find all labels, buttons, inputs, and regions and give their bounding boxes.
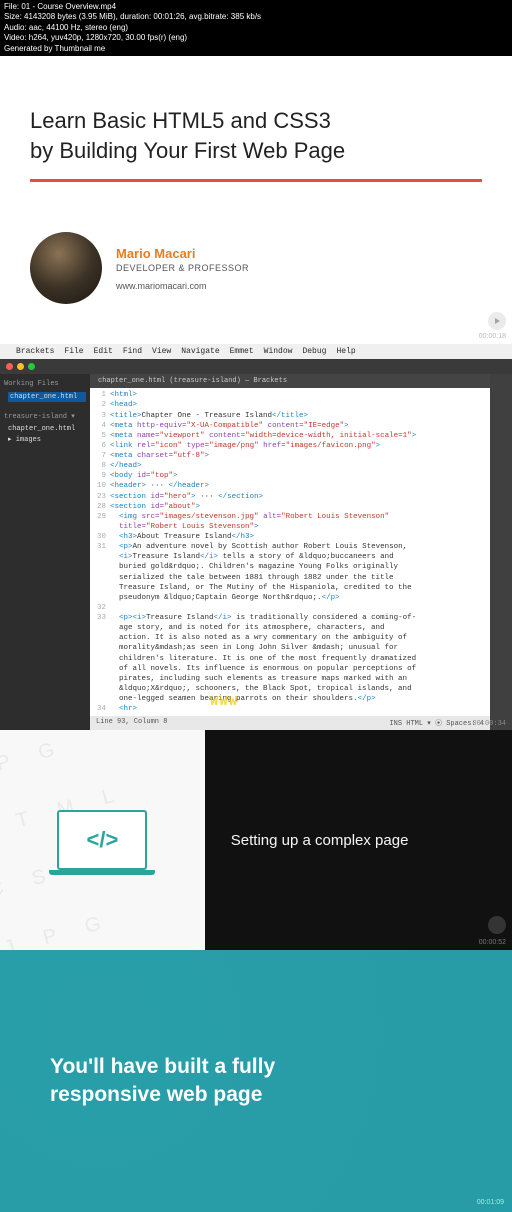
menu-help[interactable]: Help (336, 347, 355, 356)
timestamp: 00:00:18 (479, 333, 506, 340)
meta-video: Video: h264, yuv420p, 1280x720, 30.00 fp… (4, 33, 508, 43)
mac-menubar[interactable]: Brackets File Edit Find View Navigate Em… (0, 344, 512, 359)
code-line[interactable]: 31 <p>An adventure novel by Scottish aut… (94, 542, 486, 552)
menu-file[interactable]: File (64, 347, 83, 356)
title-slide: Learn Basic HTML5 and CSS3 by Building Y… (0, 56, 512, 212)
editor-tab[interactable]: chapter_one.html (treasure-island) — Bra… (90, 374, 490, 388)
minimize-button[interactable] (17, 363, 24, 370)
status-right[interactable]: INS HTML ▾ ⦿ Spaces: 4 (389, 718, 484, 728)
timestamp-4: 00:01:09 (477, 1199, 504, 1206)
right-toolbar[interactable] (490, 374, 512, 730)
file-chapter-one-1[interactable]: chapter_one.html (8, 392, 86, 402)
author-section: Mario Macari DEVELOPER & PROFESSOR www.m… (0, 212, 512, 344)
code-editor[interactable]: chapter_one.html (treasure-island) — Bra… (90, 374, 490, 730)
meta-audio: Audio: aac, 44100 Hz, stereo (eng) (4, 23, 508, 33)
code-line[interactable]: 4<meta http-equiv="X-UA-Compatible" cont… (94, 421, 486, 431)
timestamp-3: 00:00:52 (479, 939, 506, 946)
code-line[interactable]: one-legged seamen bearing parrots on the… (94, 694, 486, 704)
menu-window[interactable]: Window (264, 347, 293, 356)
code-line[interactable]: of all novels. Its influence is enormous… (94, 664, 486, 674)
code-line[interactable]: 28<section id="about"> (94, 502, 486, 512)
code-line[interactable]: 7<meta charset="utf-8"> (94, 451, 486, 461)
code-line[interactable]: 9<body id="top"> (94, 471, 486, 481)
code-line[interactable]: 6<link rel="icon" type="image/png" href=… (94, 441, 486, 451)
code-line[interactable]: 5<meta name="viewport" content="width=de… (94, 431, 486, 441)
file-chapter-one-2[interactable]: chapter_one.html (8, 425, 86, 433)
slide2-text: Setting up a complex page (205, 730, 512, 950)
course-title: Learn Basic HTML5 and CSS3 by Building Y… (30, 106, 482, 165)
code-line[interactable]: &ldquo;X&rdquo;, schooners, the Black Sp… (94, 684, 486, 694)
title-underline (30, 179, 482, 182)
laptop-icon: </> (57, 810, 147, 870)
window-controls (0, 359, 512, 374)
video-metadata: File: 01 - Course Overview.mp4 Size: 414… (0, 0, 512, 56)
code-line[interactable]: 33 <p><i>Treasure Island</i> is traditio… (94, 613, 486, 623)
menu-edit[interactable]: Edit (94, 347, 113, 356)
code-line[interactable]: 29 <img src="images/stevenson.jpg" alt="… (94, 512, 486, 522)
code-line[interactable]: Treasure Island, or The Mutiny of the Hi… (94, 583, 486, 593)
code-line[interactable]: title="Robert Louis Stevenson"> (94, 522, 486, 532)
code-line[interactable]: 30 <h3>About Treasure Island</h3> (94, 532, 486, 542)
code-line[interactable]: 34 <hr> (94, 704, 486, 714)
slide2-illustration: </> (0, 730, 205, 950)
meta-file: File: 01 - Course Overview.mp4 (4, 2, 508, 12)
slide-complex-page: </> Setting up a complex page 00:00:52 (0, 730, 512, 950)
code-line[interactable]: 8</head> (94, 461, 486, 471)
menu-navigate[interactable]: Navigate (181, 347, 219, 356)
author-site: www.mariomacari.com (116, 281, 249, 291)
author-avatar (30, 232, 102, 304)
close-button[interactable] (6, 363, 13, 370)
meta-generated: Generated by Thumbnail me (4, 44, 508, 54)
code-line[interactable]: buried gold&rdquo;. Children's magazine … (94, 562, 486, 572)
author-info: Mario Macari DEVELOPER & PROFESSOR www.m… (116, 246, 249, 291)
slide3-heading: You'll have built a fully responsive web… (50, 1053, 275, 1110)
file-sidebar: Working Files chapter_one.html treasure-… (0, 374, 90, 730)
author-role: DEVELOPER & PROFESSOR (116, 263, 249, 273)
code-line[interactable]: 10<header> ··· </header> (94, 481, 486, 491)
status-bar: Line 93, Column 8 INS HTML ▾ ⦿ Spaces: 4 (90, 716, 490, 730)
code-line[interactable]: pirates, including such elements as trea… (94, 674, 486, 684)
play-icon[interactable] (488, 312, 506, 330)
code-line[interactable]: action. It is also noted as a wry commen… (94, 633, 486, 643)
code-line[interactable]: 23<section id="hero"> ··· </section> (94, 492, 486, 502)
code-line[interactable]: pseudonym &ldquo;Captain George North&rd… (94, 593, 486, 603)
code-line[interactable]: 1<html> (94, 390, 486, 400)
meta-size: Size: 4143208 bytes (3.95 MiB), duration… (4, 12, 508, 22)
menu-debug[interactable]: Debug (302, 347, 326, 356)
menu-view[interactable]: View (152, 347, 171, 356)
timestamp-2: 00:00:34 (472, 720, 506, 728)
code-line[interactable]: 2<head> (94, 400, 486, 410)
slide-responsive: You'll have built a fully responsive web… (0, 950, 512, 1212)
maximize-button[interactable] (28, 363, 35, 370)
project-heading[interactable]: treasure-island ▾ (4, 412, 86, 421)
author-name: Mario Macari (116, 246, 249, 261)
code-line[interactable]: <i>Treasure Island</i> tells a story of … (94, 552, 486, 562)
code-line[interactable]: age story, and is noted for its atmosphe… (94, 623, 486, 633)
code-line[interactable]: 32 (94, 603, 486, 613)
working-files-heading: Working Files (4, 380, 86, 388)
menu-emmet[interactable]: Emmet (230, 347, 254, 356)
code-icon: </> (86, 827, 118, 853)
brackets-editor: Brackets File Edit Find View Navigate Em… (0, 344, 512, 730)
code-line[interactable]: serialized the tale between 1881 through… (94, 573, 486, 583)
code-line[interactable]: children's literature. It is one of the … (94, 654, 486, 664)
menu-find[interactable]: Find (123, 347, 142, 356)
menu-brackets[interactable]: Brackets (16, 347, 54, 356)
cursor-position: Line 93, Column 8 (96, 718, 167, 728)
code-line[interactable]: 3<title>Chapter One - Treasure Island</t… (94, 411, 486, 421)
folder-images[interactable]: ▸ images (8, 435, 86, 444)
code-line[interactable]: morality&mdash;as seen in Long John Silv… (94, 643, 486, 653)
